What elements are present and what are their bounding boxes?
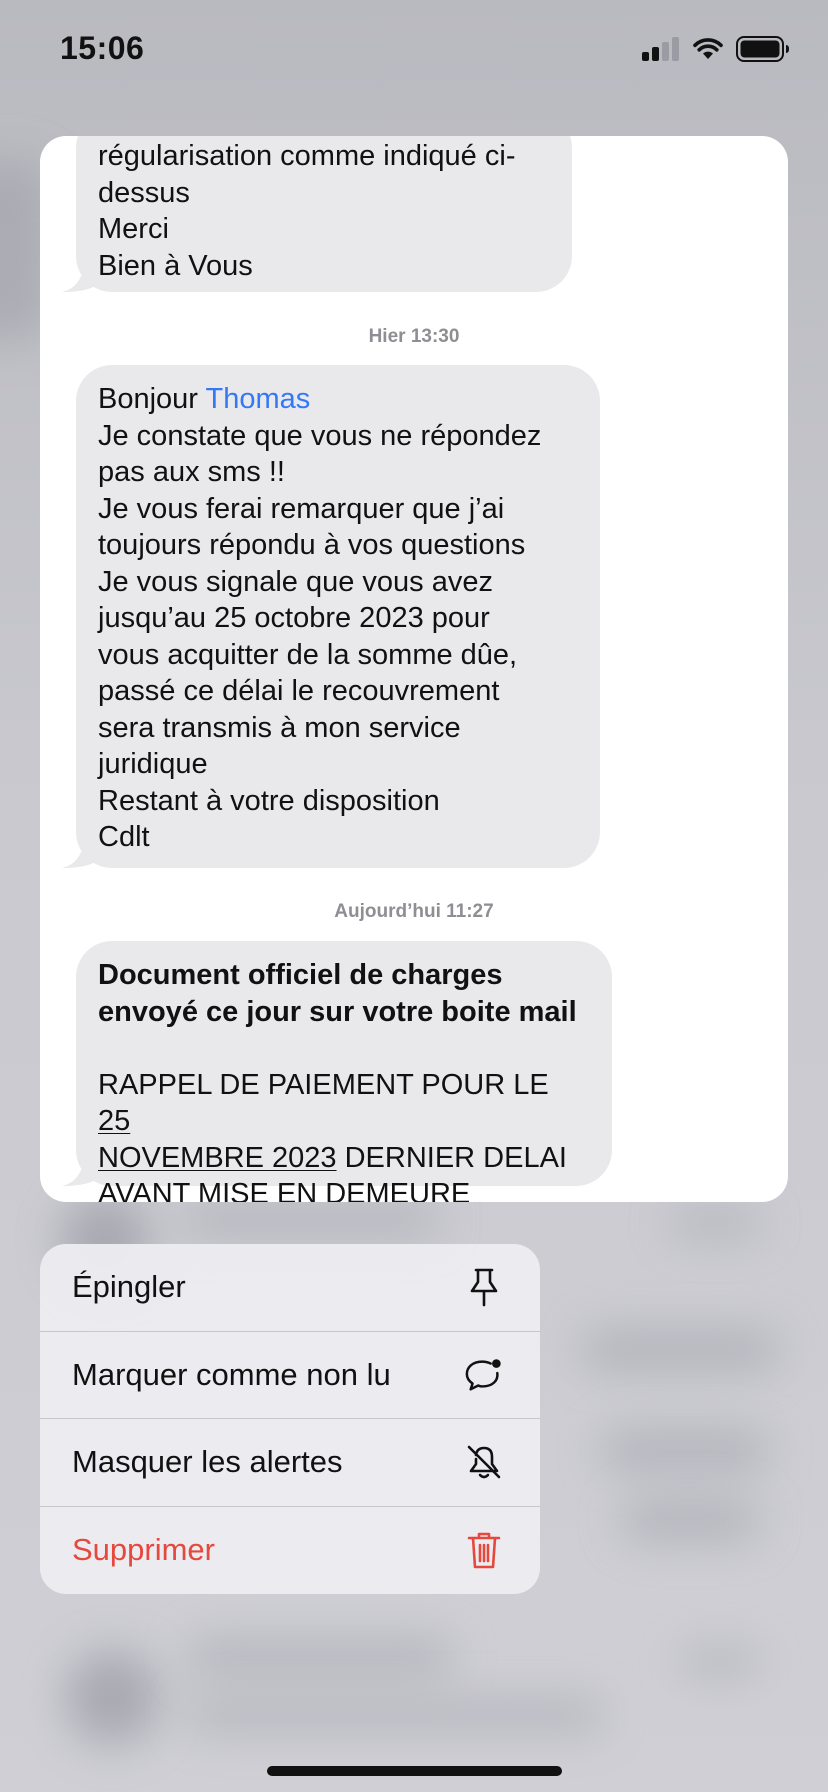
message-bold-line: envoyé ce jour sur votre boite mail [98, 995, 577, 1028]
message-bubble: Document officiel de charges envoyé ce j… [62, 941, 612, 1202]
background-blur [620, 1500, 760, 1540]
background-blur [185, 1700, 605, 1730]
message-body: Je constate que vous ne répondez pas aux… [98, 419, 542, 854]
background-blur [580, 1330, 780, 1370]
menu-item-hide-alerts[interactable]: Masquer les alertes [40, 1419, 540, 1507]
reminder-line: NOVEMBRE 2023 DERNIER DELAI [98, 1140, 584, 1177]
message-text-line: régularisation comme indiqué ci- [98, 140, 516, 172]
background-blur [180, 1205, 440, 1235]
bubble-tail [62, 266, 100, 292]
home-indicator[interactable] [267, 1766, 562, 1776]
menu-item-label: Marquer comme non lu [72, 1356, 391, 1392]
background-blur [185, 1640, 455, 1674]
conversation-preview[interactable]: régularisation comme indiqué ci- dessus … [40, 136, 788, 1202]
reminder-line: RAPPEL DE PAIEMENT POUR LE 25 [98, 1067, 584, 1140]
bubble-tail [62, 1160, 100, 1186]
status-time: 15:06 [60, 30, 145, 66]
menu-item-mark-unread[interactable]: Marquer comme non lu [40, 1332, 540, 1419]
reminder-suffix: DERNIER DELAI [336, 1141, 567, 1174]
background-avatar [65, 1650, 160, 1745]
menu-item-label: Supprimer [72, 1532, 215, 1568]
message-spacer [98, 1030, 584, 1067]
message-bubble: régularisation comme indiqué ci- dessus … [62, 136, 572, 292]
message-bubble: Bonjour Thomas Je constate que vous ne r… [62, 365, 600, 868]
menu-item-delete[interactable]: Supprimer [40, 1507, 540, 1595]
reminder-prefix: RAPPEL DE PAIEMENT POUR LE [98, 1068, 557, 1101]
bubble-tail [62, 842, 100, 868]
trash-icon [464, 1530, 504, 1570]
status-icons [642, 36, 790, 62]
cellular-signal-icon [642, 37, 679, 61]
message-text-line: Merci [98, 213, 169, 245]
background-blur [670, 1210, 760, 1236]
message-timestamp: Hier 13:30 [368, 326, 460, 347]
message-text-line: Bien à Vous [98, 249, 253, 282]
menu-item-pin[interactable]: Épingler [40, 1244, 540, 1332]
pin-icon [464, 1267, 504, 1307]
message-timestamp: Aujourd’hui 11:27 [334, 901, 494, 922]
menu-item-label: Masquer les alertes [72, 1444, 343, 1480]
background-blur [680, 1650, 760, 1674]
battery-icon [736, 36, 789, 62]
reminder-line: AVANT MISE EN DEMEURE [98, 1178, 471, 1202]
greeting-text: Bonjour [98, 383, 206, 415]
message-bold-line: Document officiel de charges [98, 959, 503, 991]
date-link[interactable]: NOVEMBRE 2023 [98, 1142, 337, 1174]
bell-slash-icon [464, 1442, 504, 1482]
contact-mention[interactable]: Thomas [206, 383, 311, 415]
wifi-icon [693, 38, 723, 59]
message-greeting: Bonjour Thomas [98, 381, 572, 418]
unread-bubble-icon [464, 1355, 504, 1395]
background-blur [600, 1430, 770, 1470]
date-link[interactable]: 25 [98, 1105, 130, 1137]
message-text-line: dessus [98, 176, 190, 209]
context-menu: Épingler Marquer comme non lu Masquer le… [40, 1244, 540, 1594]
menu-item-label: Épingler [72, 1269, 186, 1305]
